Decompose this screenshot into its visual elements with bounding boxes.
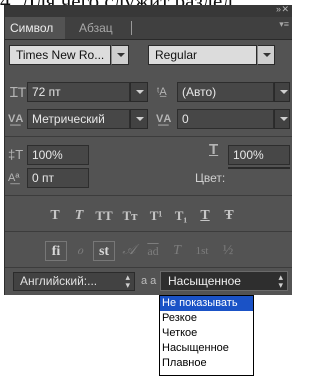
font-size-input[interactable]: 72 пт bbox=[27, 82, 130, 102]
panel-title-strip: » ✕ bbox=[5, 4, 292, 17]
language-value: Английский:... bbox=[20, 274, 98, 288]
superscript-button[interactable]: T¹ bbox=[145, 207, 167, 225]
fractions-button[interactable]: ½ bbox=[217, 241, 239, 261]
faux-italic-button[interactable]: T bbox=[68, 207, 90, 225]
vertical-scale-icon: ‡T bbox=[8, 147, 24, 162]
baseline-shift-icon: A͟ª bbox=[8, 172, 20, 184]
divider bbox=[5, 267, 292, 268]
font-size-icon: ꞮT bbox=[10, 84, 27, 100]
option-crisp[interactable]: Четкое bbox=[160, 326, 253, 341]
titling-alternates-button[interactable]: T bbox=[166, 241, 188, 261]
language-dropdown[interactable]: Английский:... ▴ ▾ bbox=[13, 272, 135, 291]
vertical-scale-input[interactable]: 100% bbox=[27, 145, 89, 165]
stylistic-alternates-button[interactable]: ad bbox=[142, 241, 164, 261]
horizontal-scale-input[interactable]: 100% bbox=[228, 145, 290, 165]
strikethrough-button[interactable]: Ŧ bbox=[218, 207, 240, 225]
discretionary-ligatures-button[interactable]: st bbox=[93, 241, 115, 261]
font-style-field[interactable]: Regular bbox=[148, 45, 257, 65]
double-chevron-right-icon[interactable]: » ✕ bbox=[276, 4, 289, 15]
kerning-input[interactable]: Метрический bbox=[27, 109, 130, 129]
tracking-icon: V͟A bbox=[156, 113, 172, 125]
ligatures-button[interactable]: fi bbox=[45, 241, 67, 261]
contextual-alternates-button[interactable]: ℴ bbox=[69, 241, 91, 261]
panel-tabs: Символ Абзац ▾≡ bbox=[5, 17, 292, 40]
all-caps-button[interactable]: TT bbox=[93, 207, 115, 225]
divider bbox=[5, 136, 292, 137]
tab-character[interactable]: Символ bbox=[5, 17, 65, 39]
swash-button[interactable]: 𝒜 bbox=[118, 241, 140, 261]
option-strong[interactable]: Насыщенное bbox=[160, 341, 253, 356]
color-label: Цвет: bbox=[195, 171, 226, 185]
panel-menu-icon[interactable]: ▾≡ bbox=[279, 19, 289, 30]
underline-button[interactable]: T bbox=[194, 207, 216, 225]
font-style-dropdown-icon[interactable] bbox=[257, 45, 275, 65]
horizontal-scale-icon: T bbox=[209, 141, 219, 158]
small-caps-button[interactable]: Tт bbox=[119, 207, 141, 225]
character-panel: » ✕ Символ Абзац ▾≡ Times New Ro... Regu… bbox=[4, 4, 292, 295]
kerning-dropdown-icon[interactable] bbox=[130, 109, 148, 129]
leading-icon: ᵗA̲ bbox=[157, 86, 167, 98]
leading-dropdown-icon[interactable] bbox=[274, 82, 290, 102]
leading-input[interactable]: (Авто) bbox=[177, 82, 274, 102]
faux-bold-button[interactable]: T bbox=[44, 207, 66, 225]
subscript-button[interactable]: T₁ bbox=[170, 207, 192, 225]
anti-aliasing-value: Насыщенное bbox=[168, 274, 241, 288]
anti-aliasing-icon: a a bbox=[141, 275, 157, 287]
baseline-shift-input[interactable]: 0 пт bbox=[27, 168, 89, 188]
font-family-dropdown-icon[interactable] bbox=[111, 45, 129, 65]
divider bbox=[5, 231, 292, 232]
anti-aliasing-dropdown[interactable]: Насыщенное ▴ ▾ bbox=[160, 271, 288, 291]
option-smooth[interactable]: Плавное bbox=[160, 356, 253, 371]
up-down-arrows-icon: ▴ ▾ bbox=[278, 272, 283, 290]
font-size-dropdown-icon[interactable] bbox=[130, 82, 148, 102]
divider bbox=[5, 195, 292, 196]
color-swatch[interactable] bbox=[228, 167, 290, 169]
font-family-field[interactable]: Times New Ro... bbox=[9, 45, 111, 65]
tracking-input[interactable]: 0 bbox=[177, 109, 274, 129]
ordinals-button[interactable]: 1st bbox=[191, 241, 213, 261]
option-sharp[interactable]: Резкое bbox=[160, 311, 253, 326]
tab-paragraph[interactable]: Абзац bbox=[75, 17, 117, 39]
kerning-icon: V͟A bbox=[8, 113, 24, 125]
tracking-dropdown-icon[interactable] bbox=[274, 109, 290, 129]
up-down-arrows-icon: ▴ ▾ bbox=[125, 272, 130, 290]
anti-aliasing-options-list: Не показывать Резкое Четкое Насыщенное П… bbox=[159, 295, 254, 376]
option-none[interactable]: Не показывать bbox=[160, 296, 253, 311]
tab-separator bbox=[131, 21, 132, 35]
